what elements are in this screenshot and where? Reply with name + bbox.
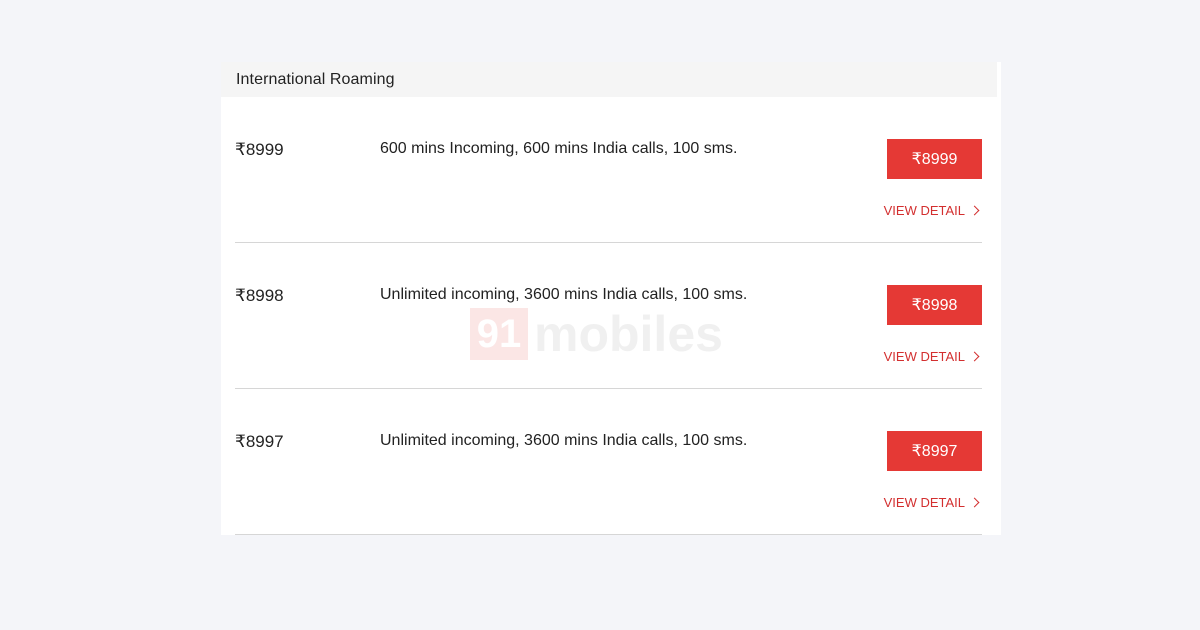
view-detail-label: VIEW DETAIL xyxy=(883,349,965,364)
view-detail-label: VIEW DETAIL xyxy=(883,495,965,510)
plan-description: Unlimited incoming, 3600 mins India call… xyxy=(380,286,748,303)
plan-price: ₹8999 xyxy=(235,140,284,159)
section-header: International Roaming xyxy=(221,62,997,97)
plan-list: ₹8999 600 mins Incoming, 600 mins India … xyxy=(221,97,1001,535)
view-detail-label: VIEW DETAIL xyxy=(883,203,965,218)
plan-price: ₹8998 xyxy=(235,286,284,305)
plans-card: International Roaming ₹8999 600 mins Inc… xyxy=(221,62,1001,535)
plan-row: ₹8999 600 mins Incoming, 600 mins India … xyxy=(235,97,982,243)
plan-description: Unlimited incoming, 3600 mins India call… xyxy=(380,432,748,449)
plan-row: ₹8998 Unlimited incoming, 3600 mins Indi… xyxy=(235,243,982,389)
plan-row: ₹8997 Unlimited incoming, 3600 mins Indi… xyxy=(235,389,982,535)
view-detail-link[interactable]: VIEW DETAIL xyxy=(884,349,982,364)
recharge-button[interactable]: ₹8998 xyxy=(887,285,982,325)
chevron-right-icon xyxy=(969,497,980,508)
view-detail-link[interactable]: VIEW DETAIL xyxy=(884,495,982,510)
view-detail-link[interactable]: VIEW DETAIL xyxy=(884,203,982,218)
section-title: International Roaming xyxy=(236,70,395,88)
plan-description: 600 mins Incoming, 600 mins India calls,… xyxy=(380,140,738,157)
recharge-button[interactable]: ₹8997 xyxy=(887,431,982,471)
chevron-right-icon xyxy=(969,205,980,216)
recharge-button[interactable]: ₹8999 xyxy=(887,139,982,179)
plan-price: ₹8997 xyxy=(235,432,284,451)
chevron-right-icon xyxy=(969,351,980,362)
